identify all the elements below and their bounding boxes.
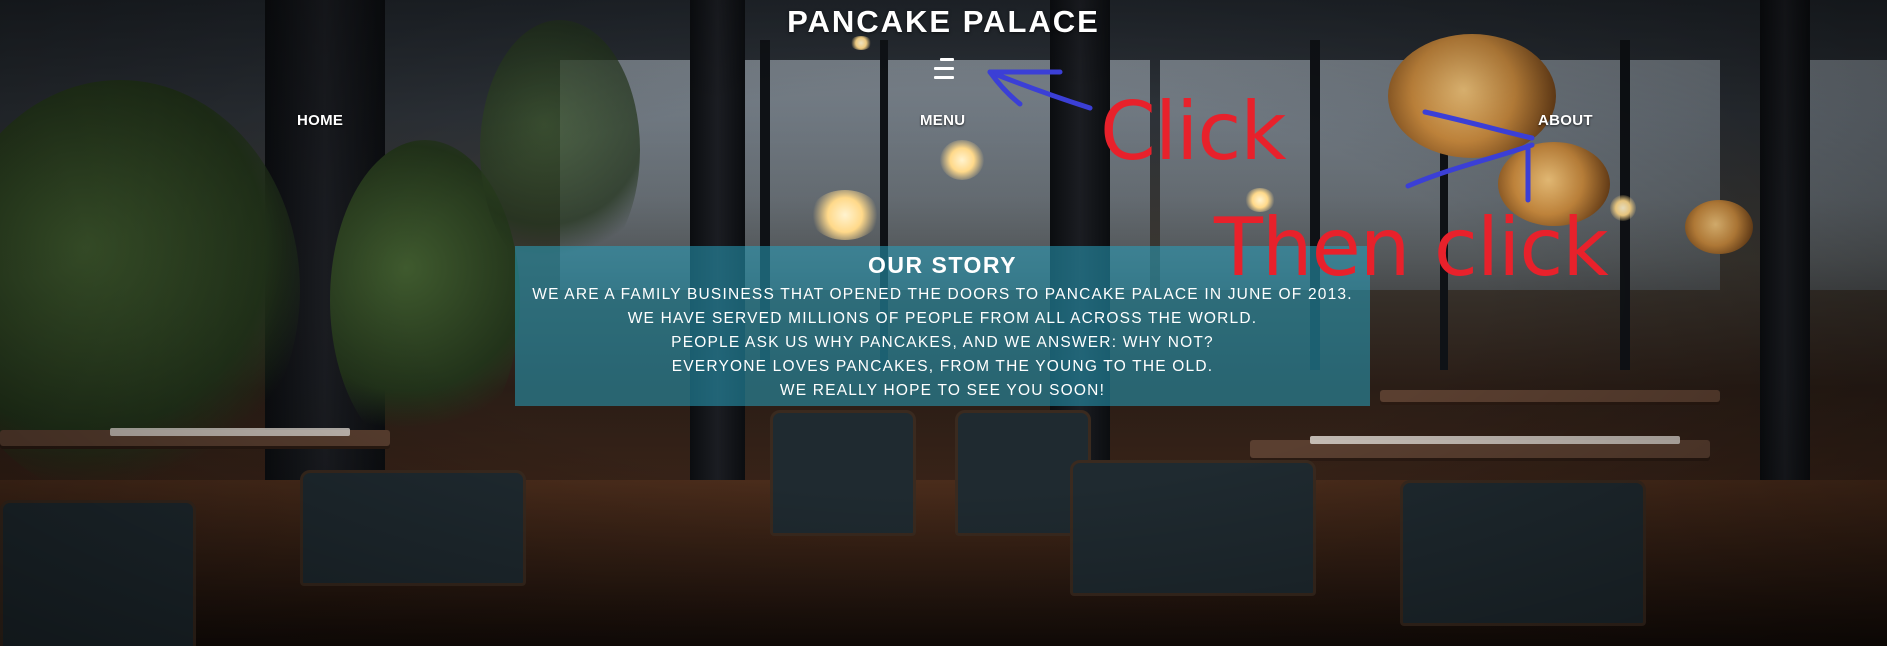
arrow-to-about-link: [1422, 109, 1535, 141]
annotation-click-label: Click: [1100, 85, 1287, 178]
annotation-then-click-label: Then click: [1214, 201, 1609, 294]
annotation-arrows: [987, 69, 1535, 203]
